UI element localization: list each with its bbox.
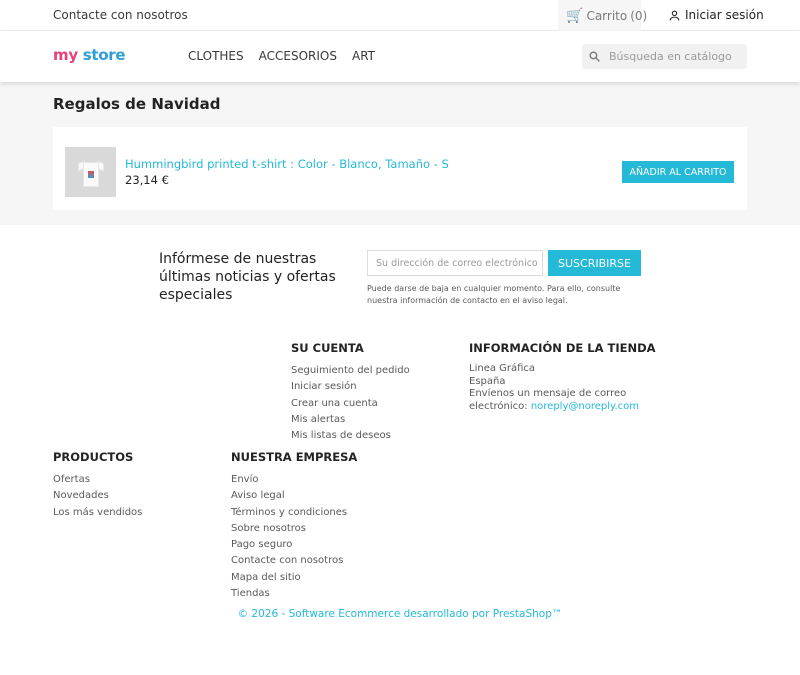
contact-link[interactable]: Contacte con nosotros xyxy=(53,8,188,22)
company-link-sitemap[interactable]: Mapa del sitio xyxy=(231,570,347,586)
login-link[interactable]: Iniciar sesión xyxy=(668,8,764,22)
user-icon xyxy=(669,10,680,20)
store-info-block: Linea Gráfica España Envíenos un mensaje… xyxy=(469,363,639,413)
copyright-link[interactable]: © 2026 - Software Ecommerce desarrollado… xyxy=(0,608,800,620)
add-to-cart-button[interactable]: AÑADIR AL CARRITO xyxy=(622,161,734,183)
newsletter-note: Puede darse de baja en cualquier momento… xyxy=(367,284,621,305)
products-link-bestsellers[interactable]: Los más vendidos xyxy=(53,505,142,521)
top-bar: Contacte con nosotros 🛒 Carrito (0) Inic… xyxy=(0,0,800,31)
company-link-shipping[interactable]: Envío xyxy=(231,472,347,488)
search-box xyxy=(582,44,747,69)
store-email-line: electrónico: noreply@noreply.com xyxy=(469,401,639,414)
logo-my: my xyxy=(53,46,78,64)
cart-button[interactable]: 🛒 Carrito (0) xyxy=(558,0,647,31)
company-link-about[interactable]: Sobre nosotros xyxy=(231,521,347,537)
company-link-legal[interactable]: Aviso legal xyxy=(231,488,347,504)
company-title: NUESTRA EMPRESA xyxy=(231,450,358,464)
account-link-wishlists[interactable]: Mis listas de deseos xyxy=(291,428,410,444)
search-input[interactable] xyxy=(609,50,739,63)
product-name[interactable]: Hummingbird printed t-shirt : Color - Bl… xyxy=(125,157,449,171)
main-content: Regalos de Navidad Hummingbird printed t… xyxy=(0,82,800,225)
login-label: Iniciar sesión xyxy=(685,8,764,22)
cart-label: Carrito xyxy=(586,8,628,23)
search-icon[interactable] xyxy=(588,50,601,63)
product-price: 23,14 € xyxy=(125,173,169,187)
store-email-link[interactable]: noreply@noreply.com xyxy=(531,401,639,412)
product-thumbnail[interactable] xyxy=(65,147,116,197)
company-link-terms[interactable]: Términos y condiciones xyxy=(231,505,347,521)
account-link-create[interactable]: Crear una cuenta xyxy=(291,396,410,412)
product-card: Hummingbird printed t-shirt : Color - Bl… xyxy=(53,127,747,210)
account-link-alerts[interactable]: Mis alertas xyxy=(291,412,410,428)
account-link-order-tracking[interactable]: Seguimiento del pedido xyxy=(291,363,410,379)
store-country: España xyxy=(469,375,506,387)
newsletter-heading: Infórmese de nuestras últimas noticias y… xyxy=(159,251,336,303)
company-links: Envío Aviso legal Términos y condiciones… xyxy=(231,472,347,602)
cart-count: (0) xyxy=(630,8,648,23)
page-title: Regalos de Navidad xyxy=(53,95,221,113)
products-link-new[interactable]: Novedades xyxy=(53,488,142,504)
store-name: Linea Gráfica xyxy=(469,363,536,374)
store-email-prefix: electrónico: xyxy=(469,400,528,412)
tshirt-image xyxy=(77,157,104,187)
company-link-secure-payment[interactable]: Pago seguro xyxy=(231,537,347,553)
main-nav: CLOTHES ACCESORIOS ART xyxy=(188,49,375,63)
nav-item-clothes[interactable]: CLOTHES xyxy=(188,49,244,63)
store-email-text: Envíenos un mensaje de correo xyxy=(469,388,627,399)
nav-item-accesorios[interactable]: ACCESORIOS xyxy=(259,49,337,63)
site-header: my store CLOTHES ACCESORIOS ART xyxy=(0,31,800,82)
products-links: Ofertas Novedades Los más vendidos xyxy=(53,472,142,521)
logo-store: store xyxy=(82,46,126,64)
email-field[interactable]: Su dirección de correo electrónico xyxy=(367,250,543,276)
account-title: SU CUENTA xyxy=(291,341,364,355)
subscribe-button[interactable]: SUSCRIBIRSE xyxy=(548,250,641,276)
nav-item-art[interactable]: ART xyxy=(352,49,375,63)
products-title: PRODUCTOS xyxy=(53,450,134,464)
account-links: Seguimiento del pedido Iniciar sesión Cr… xyxy=(291,363,410,444)
company-link-stores[interactable]: Tiendas xyxy=(231,586,347,602)
company-link-contact[interactable]: Contacte con nosotros xyxy=(231,553,347,569)
shopping-cart-icon: 🛒 xyxy=(566,7,584,24)
logo[interactable]: my store xyxy=(53,46,126,64)
account-link-login[interactable]: Iniciar sesión xyxy=(291,379,410,395)
products-link-offers[interactable]: Ofertas xyxy=(53,472,142,488)
store-info-title: INFORMACIÓN DE LA TIENDA xyxy=(469,341,656,355)
